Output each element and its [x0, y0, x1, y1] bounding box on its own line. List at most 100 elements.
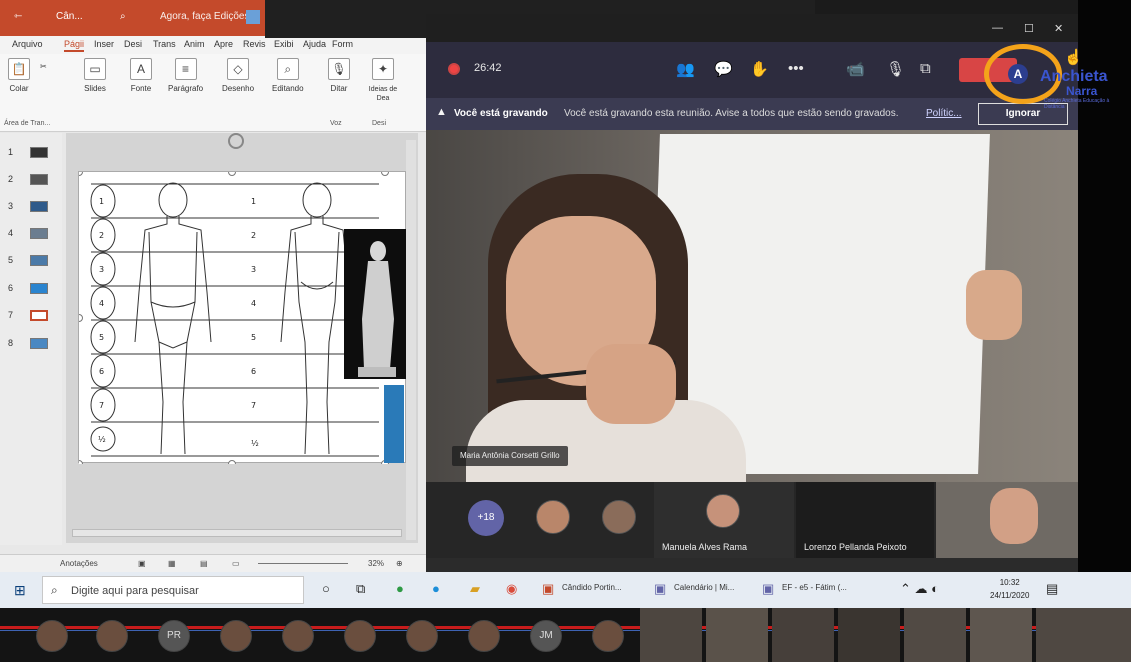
close-icon[interactable]: ✕ — [1054, 22, 1063, 35]
slide-thumbnail[interactable]: 4 — [8, 228, 48, 239]
tab-formatar[interactable]: Form — [332, 39, 353, 49]
paragraph-button[interactable]: ≡ Parágrafo — [168, 58, 203, 93]
participant-avatar[interactable] — [282, 620, 314, 652]
participant-camera-tile[interactable] — [936, 482, 1078, 558]
drawing-button[interactable]: ◇ Desenho — [222, 58, 254, 93]
tab-ajuda[interactable]: Ajuda — [303, 39, 326, 49]
participants-icon[interactable]: 👥 — [676, 60, 695, 78]
windows-taskbar: ⊞ ⌕ Digite aqui para pesquisar ○ ⧉ ● ● ▰… — [0, 572, 1131, 608]
dictate-button[interactable]: 🎙 Ditar — [328, 58, 350, 93]
normal-view-icon[interactable]: ▣ — [138, 559, 146, 568]
reading-view-icon[interactable]: ▤ — [200, 559, 208, 568]
tab-animacoes[interactable]: Anim — [184, 39, 205, 49]
vertical-scrollbar[interactable] — [406, 140, 416, 540]
horizontal-scrollbar[interactable] — [72, 529, 402, 537]
taskbar-search-box[interactable]: ⌕ Digite aqui para pesquisar — [42, 576, 304, 604]
autosave-icon[interactable]: ⇽ — [14, 11, 22, 22]
camera-icon[interactable]: 📹 — [846, 60, 865, 78]
minimize-icon[interactable]: — — [992, 22, 1003, 34]
participant-avatar[interactable] — [344, 620, 376, 652]
tab-revisao[interactable]: Revis — [243, 39, 266, 49]
ppt-ribbon-tabs: Arquivo Págii Inser Desi Trans Anim Apre… — [0, 36, 426, 54]
participant-video-thumb[interactable] — [970, 608, 1032, 662]
maximize-icon[interactable]: ☐ — [1024, 22, 1034, 35]
slide-thumbnail[interactable]: 1 — [8, 147, 48, 158]
figure-left-number: 6 — [99, 367, 104, 376]
slide-sorter-icon[interactable]: ▦ — [168, 559, 176, 568]
editing-button[interactable]: ⌕ Editando — [272, 58, 304, 93]
participant-video-thumb[interactable] — [1036, 608, 1131, 662]
system-tray-icons[interactable]: ⌃ ☁ ◐ — [900, 581, 939, 597]
statue-image[interactable] — [344, 229, 406, 379]
more-participants-badge[interactable]: +18 — [468, 500, 504, 536]
taskbar-app-powerpoint[interactable]: Cândido Portin... — [562, 583, 622, 592]
cortana-icon[interactable]: ○ — [322, 581, 330, 596]
participant-avatar[interactable] — [468, 620, 500, 652]
tab-arquivo[interactable]: Arquivo — [12, 39, 43, 49]
rotate-handle-icon[interactable] — [228, 133, 244, 149]
participant-avatar[interactable] — [36, 620, 68, 652]
slide-thumbnail-selected[interactable]: 7 — [8, 310, 48, 321]
participant-video-thumb[interactable] — [706, 608, 768, 662]
tab-transicoes[interactable]: Trans — [153, 39, 176, 49]
design-ideas-button[interactable]: ✦ Ideias de Dea — [366, 58, 400, 102]
taskbar-app-calendar[interactable]: Calendário | Mi... — [674, 583, 734, 592]
participant-avatar[interactable]: PR — [158, 620, 190, 652]
tab-inserir[interactable]: Inser — [94, 39, 114, 49]
participant-avatar[interactable]: JM — [530, 620, 562, 652]
teams-icon[interactable]: ▣ — [654, 581, 666, 597]
raise-hand-icon[interactable]: ✋ — [750, 60, 769, 78]
zoom-level[interactable]: 32% — [368, 559, 384, 568]
tab-apresentacao[interactable]: Apre — [214, 39, 233, 49]
task-view-icon[interactable]: ⧉ — [356, 581, 365, 597]
participant-avatar[interactable] — [96, 620, 128, 652]
microphone-icon[interactable]: 🎙 — [886, 60, 905, 78]
font-button[interactable]: A Fonte — [130, 58, 152, 93]
participant-video-thumb[interactable] — [838, 608, 900, 662]
slide-thumbnail[interactable]: 3 — [8, 201, 48, 212]
slide-thumbnail[interactable]: 6 — [8, 283, 48, 294]
whatsapp-icon[interactable]: ● — [396, 581, 404, 596]
participant-video-thumb[interactable] — [772, 608, 834, 662]
windows-start-icon[interactable]: ⊞ — [14, 582, 26, 599]
participant-avatar[interactable] — [536, 500, 570, 534]
zoom-slider[interactable] — [258, 563, 348, 564]
privacy-policy-link[interactable]: Polític... — [926, 108, 962, 119]
participant-avatar[interactable] — [220, 620, 252, 652]
participant-tile[interactable]: Lorenzo Pellanda Peixoto — [796, 482, 934, 558]
slideshow-icon[interactable]: ▭ — [232, 559, 240, 568]
file-explorer-icon[interactable]: ▰ — [470, 581, 480, 597]
more-options-icon[interactable]: ••• — [788, 60, 804, 77]
notes-button[interactable]: Anotações — [60, 559, 98, 568]
chat-icon[interactable]: 💬 — [714, 60, 733, 78]
main-video-feed[interactable]: Maria Antônia Corsetti Grillo — [426, 130, 1078, 482]
skype-icon[interactable]: ● — [432, 581, 440, 596]
cut-button[interactable]: ✂ — [40, 62, 47, 71]
slide-thumbnail[interactable]: 2 — [8, 174, 48, 185]
slide-editing-canvas[interactable]: 1 2 3 4 5 6 7 ½ 1 2 3 4 5 6 7 ½ — [66, 133, 418, 543]
tab-exibir[interactable]: Exibi — [274, 39, 294, 49]
fit-to-window-icon[interactable]: ⊕ — [396, 559, 403, 568]
share-screen-icon[interactable]: ⧉ — [920, 60, 931, 77]
slide-thumbnail[interactable]: 8 — [8, 338, 48, 349]
participant-avatar[interactable] — [592, 620, 624, 652]
teams-icon[interactable]: ▣ — [762, 581, 774, 597]
taskbar-app-meeting[interactable]: EF - e5 - Fátim (... — [782, 583, 847, 592]
participant-video-thumb[interactable] — [640, 608, 702, 662]
powerpoint-icon[interactable]: ▣ — [542, 581, 554, 597]
search-icon[interactable]: ⌕ — [120, 11, 126, 22]
tab-pagina-inicial[interactable]: Págii — [64, 39, 85, 52]
slides-button[interactable]: ▭ Slides — [84, 58, 106, 93]
paste-button[interactable]: 📋 Colar — [8, 58, 30, 93]
taskbar-clock[interactable]: 10:32 24/11/2020 — [990, 576, 1029, 602]
account-icon[interactable] — [246, 10, 260, 24]
recording-banner: ▲ Você está gravando Você está gravando … — [426, 98, 1078, 130]
tab-design[interactable]: Desi — [124, 39, 142, 49]
slide-thumbnail[interactable]: 5 — [8, 255, 48, 266]
participant-video-thumb[interactable] — [904, 608, 966, 662]
chrome-icon[interactable]: ◉ — [506, 581, 517, 597]
participant-tile[interactable]: Manuela Alves Rama — [654, 482, 794, 558]
participant-avatar[interactable] — [602, 500, 636, 534]
participant-avatar[interactable] — [406, 620, 438, 652]
notifications-icon[interactable]: ▤ — [1046, 581, 1058, 597]
